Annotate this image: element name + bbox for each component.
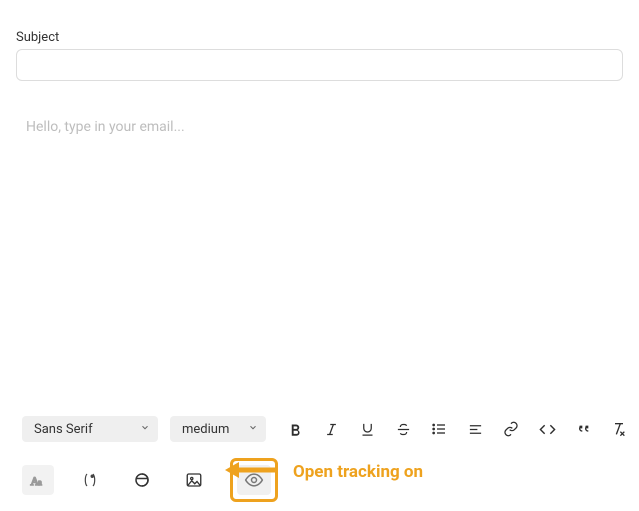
align-button[interactable] xyxy=(466,420,484,438)
template-button[interactable] xyxy=(126,465,158,495)
font-family-select[interactable]: Sans Serif xyxy=(22,416,158,442)
subject-label: Subject xyxy=(16,30,623,45)
svg-text:a: a xyxy=(38,478,42,487)
chevron-down-icon xyxy=(140,422,150,437)
clear-format-button[interactable] xyxy=(610,420,628,438)
underline-button[interactable] xyxy=(358,420,376,438)
font-size-value: medium xyxy=(182,422,229,437)
chevron-down-icon xyxy=(248,422,258,437)
email-body-editor[interactable]: Hello, type in your email... xyxy=(16,109,623,379)
bold-button[interactable] xyxy=(286,420,304,438)
annotation-label: Open tracking on xyxy=(293,462,423,482)
format-toolbar: Sans Serif medium xyxy=(22,416,628,442)
subject-input[interactable] xyxy=(16,49,623,81)
list-button[interactable] xyxy=(430,420,448,438)
arrow-left-icon xyxy=(225,458,279,486)
link-button[interactable] xyxy=(502,420,520,438)
strikethrough-button[interactable] xyxy=(394,420,412,438)
variable-button[interactable] xyxy=(74,465,106,495)
quote-button[interactable] xyxy=(574,420,592,438)
italic-button[interactable] xyxy=(322,420,340,438)
font-family-value: Sans Serif xyxy=(34,422,93,437)
image-button[interactable] xyxy=(178,465,210,495)
code-button[interactable] xyxy=(538,420,556,438)
text-style-button[interactable]: Aa xyxy=(22,465,54,495)
annotation: Open tracking on xyxy=(225,458,423,486)
font-size-select[interactable]: medium xyxy=(170,416,266,442)
